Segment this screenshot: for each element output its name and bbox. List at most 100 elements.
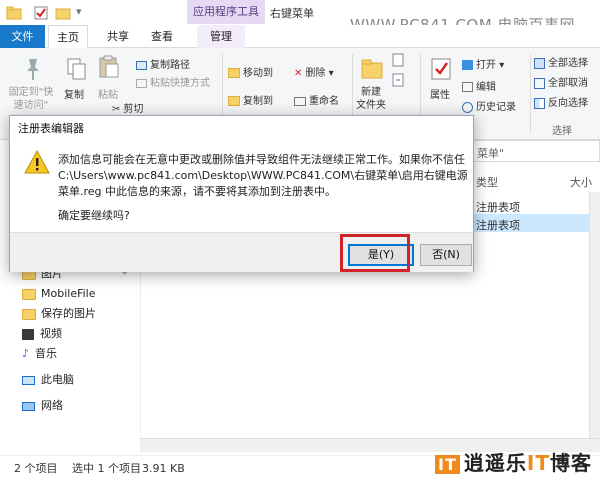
edit-icon [462, 82, 473, 92]
chevron-down-icon: ▾ [328, 68, 334, 79]
quick-access-dropdown-icon[interactable]: ▾ [76, 5, 82, 18]
file-row[interactable]: 注册表项 [470, 214, 600, 232]
paste-shortcut-icon [136, 78, 147, 88]
dialog-question: 确定要继续吗? [58, 209, 130, 222]
nav-item-videos[interactable]: 视频 [22, 324, 62, 344]
rename-label: 重命名 [309, 96, 339, 107]
copy-button[interactable]: 复制 [64, 86, 84, 101]
dialog-message: 添加信息可能会在无意中更改或删除值并导致组件无法继续正常工作。如果你不信任 C:… [58, 153, 468, 198]
copy-path-button[interactable]: 复制路径 [136, 56, 190, 71]
paste-icon [99, 55, 119, 78]
warning-icon [24, 149, 50, 174]
ribbon-separator [530, 54, 531, 134]
folder-icon [22, 308, 36, 320]
rename-button[interactable]: 重命名 [294, 92, 339, 107]
paste-shortcut-label: 粘贴快捷方式 [150, 78, 210, 89]
copy-to-icon [228, 96, 240, 106]
brand-badge: IT [435, 455, 460, 474]
file-row[interactable]: 注册表项 [470, 196, 600, 214]
context-tab-app-tools: 应用程序工具 [187, 0, 265, 24]
navigation-pane: 图片 ✦ MobileFile 保存的图片 视频 ♪ 音乐 此电脑 网络 [0, 262, 140, 452]
paste-shortcut-button[interactable]: 粘贴快捷方式 [136, 74, 210, 89]
search-text: 菜单" [477, 147, 505, 160]
select-group-label: 选择 [552, 126, 572, 137]
status-size: 3.91 KB [142, 462, 185, 475]
history-label: 历史记录 [476, 102, 516, 113]
ribbon-tabs: 文件 主页 共享 查看 管理 [0, 25, 600, 48]
open-label: 打开 [476, 60, 496, 71]
properties-check-icon[interactable] [33, 5, 49, 21]
column-header: 类型 大小 [470, 168, 600, 192]
open-icon [462, 60, 473, 70]
status-item-count: 2 个项目 [14, 462, 58, 475]
pin-quick-access-button[interactable]: 固定到"快速访问" [6, 86, 56, 112]
nav-item-mobilefile[interactable]: MobileFile [22, 284, 96, 304]
nav-item-music[interactable]: ♪ 音乐 [22, 344, 57, 364]
copy-path-icon [136, 60, 147, 70]
tab-manage[interactable]: 管理 [197, 25, 245, 48]
status-selected: 选中 1 个项目 [72, 462, 141, 475]
nav-label: 视频 [40, 327, 62, 340]
nav-item-network[interactable]: 网络 [22, 396, 63, 416]
nav-label: 此电脑 [41, 373, 74, 386]
nav-label: MobileFile [41, 287, 96, 300]
select-all-icon [534, 57, 545, 69]
chevron-down-icon: ▾ [499, 60, 505, 71]
folder-icon [22, 288, 36, 300]
edit-button[interactable]: 编辑 [462, 78, 496, 93]
folder-icon [6, 6, 22, 20]
move-to-label: 移动到 [243, 68, 273, 79]
new-item-icon [392, 53, 404, 67]
column-size[interactable]: 大小 [570, 174, 592, 190]
new-folder-icon[interactable] [55, 5, 71, 21]
history-icon [462, 101, 473, 113]
delete-label: 删除 [305, 68, 326, 79]
invert-selection-icon [534, 97, 545, 109]
invert-selection-button[interactable]: 反向选择 [534, 94, 588, 109]
tab-share[interactable]: 共享 [98, 25, 138, 48]
properties-icon [431, 58, 451, 80]
move-to-button[interactable]: 移动到 [228, 64, 273, 79]
cut-label: 剪切 [123, 104, 144, 115]
column-type[interactable]: 类型 [476, 176, 498, 189]
dialog-title: 注册表编辑器 [10, 116, 473, 142]
delete-x-icon: ✕ [294, 67, 303, 79]
cut-button[interactable]: ✂ 剪切 [112, 100, 144, 116]
rename-icon [294, 96, 306, 106]
select-none-icon [534, 77, 545, 89]
network-icon [22, 401, 35, 411]
copy-icon [67, 58, 86, 80]
select-none-button[interactable]: 全部取消 [534, 74, 588, 89]
video-icon [22, 328, 34, 340]
tab-view[interactable]: 查看 [142, 25, 182, 48]
select-all-button[interactable]: 全部选择 [534, 54, 588, 69]
easy-access-icon [392, 73, 404, 87]
music-note-icon: ♪ [22, 347, 30, 360]
move-to-icon [228, 68, 240, 78]
open-button[interactable]: 打开 ▾ [462, 56, 504, 71]
copy-to-label: 复制到 [243, 96, 273, 107]
copy-to-button[interactable]: 复制到 [228, 92, 273, 107]
brand-logo: IT 逍遥乐IT博客 [435, 448, 592, 478]
tab-file[interactable]: 文件 [0, 25, 45, 48]
brand-text-b: IT [526, 451, 550, 475]
nav-item-saved-pictures[interactable]: 保存的图片 [22, 304, 96, 324]
file-list-area [140, 262, 600, 452]
edit-label: 编辑 [476, 82, 496, 93]
no-button[interactable]: 否(N) [420, 244, 472, 266]
scissors-icon: ✂ [112, 103, 121, 115]
properties-button[interactable]: 属性 [430, 86, 450, 101]
select-all-label: 全部选择 [548, 58, 588, 69]
pin-icon [27, 59, 39, 80]
tab-home[interactable]: 主页 [48, 25, 88, 48]
paste-button[interactable]: 粘贴 [98, 86, 118, 101]
new-folder-big-icon [361, 59, 383, 79]
window-title: 右键菜单 [270, 7, 314, 20]
search-box[interactable]: 菜单" [470, 140, 600, 162]
delete-button[interactable]: ✕ 删除 ▾ [294, 64, 334, 80]
vertical-scrollbar[interactable] [589, 192, 600, 438]
history-button[interactable]: 历史记录 [462, 98, 516, 113]
nav-item-this-pc[interactable]: 此电脑 [22, 370, 74, 390]
new-folder-button[interactable]: 新建 文件夹 [356, 86, 386, 112]
nav-label: 音乐 [35, 347, 58, 360]
